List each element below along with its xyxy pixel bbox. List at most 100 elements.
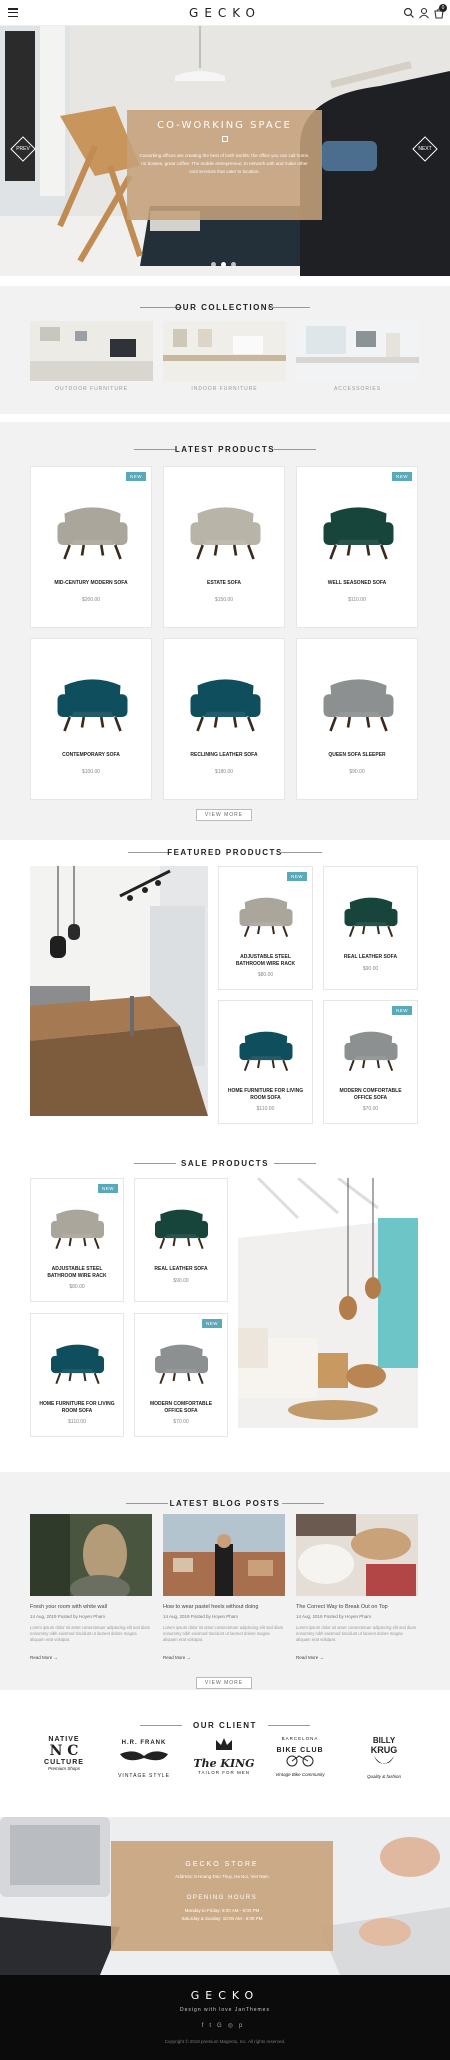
blog-read-more-link[interactable]: Read More → xyxy=(30,1655,58,1660)
product-card[interactable]: MODERN COMFORTABLE OFFICE SOFA $70.00 NE… xyxy=(323,1000,418,1124)
cart-count-badge: 0 xyxy=(439,4,447,12)
client-logo-the-king[interactable]: The KING TAILOR FOR MEN xyxy=(188,1736,260,1792)
new-badge: NEW xyxy=(392,1006,412,1015)
product-name[interactable]: HOME FURNITURE FOR LIVING ROOM SOFA xyxy=(219,1088,312,1101)
latest-view-more-button[interactable]: VIEW MORE xyxy=(196,809,252,821)
armchair-icon xyxy=(344,1031,398,1072)
collection-image-accessories[interactable] xyxy=(296,321,419,381)
product-name[interactable]: REAL LEATHER SOFA xyxy=(135,1266,227,1273)
product-card[interactable]: ADJUSTABLE STEEL BATHROOM WIRE RACK $80.… xyxy=(30,1178,124,1302)
client-logo-bike-club[interactable]: BARCELONA BIKE CLUB Vintage Bike Communi… xyxy=(264,1736,336,1792)
armchair-icon xyxy=(239,1031,293,1072)
product-name[interactable]: MID-CENTURY MODERN SOFA xyxy=(31,580,151,587)
sale-banner-image[interactable] xyxy=(238,1178,418,1428)
product-name[interactable]: CONTEMPORARY SOFA xyxy=(31,752,151,759)
product-card[interactable]: WELL SEASONED SOFA $110.00 NEW xyxy=(296,466,418,628)
armchair-icon xyxy=(57,507,128,560)
product-name[interactable]: ESTATE SOFA xyxy=(164,580,284,587)
featured-banner-image[interactable] xyxy=(30,866,208,1116)
blog-post-title[interactable]: The Correct Way to Break Out on Top xyxy=(296,1604,418,1610)
slider-dot[interactable] xyxy=(231,262,236,267)
client-logo-text: CULTURE xyxy=(44,1759,84,1766)
collection-image-outdoor[interactable] xyxy=(30,321,153,381)
product-name[interactable]: WELL SEASONED SOFA xyxy=(297,580,417,587)
product-card[interactable]: CONTEMPORARY SOFA $100.00 xyxy=(30,638,152,800)
blog-image[interactable] xyxy=(163,1514,285,1596)
product-card[interactable]: MODERN COMFORTABLE OFFICE SOFA $70.00 NE… xyxy=(134,1313,228,1437)
title-rule xyxy=(280,852,322,853)
product-price: $110.00 xyxy=(348,597,366,603)
client-logo-text: BIKE CLUB xyxy=(276,1747,324,1754)
twitter-icon[interactable]: t xyxy=(209,2023,217,2029)
collection-label[interactable]: INDOOR FURNITURE xyxy=(163,386,286,392)
clients-title: OUR CLIENT xyxy=(193,1721,257,1730)
blog-read-more-link[interactable]: Read More → xyxy=(296,1655,324,1660)
product-name[interactable]: REAL LEATHER SOFA xyxy=(324,954,417,961)
product-name[interactable]: MODERN COMFORTABLE OFFICE SOFA xyxy=(135,1401,227,1414)
armchair-icon xyxy=(323,679,394,732)
product-card[interactable]: ADJUSTABLE STEEL BATHROOM WIRE RACK $80.… xyxy=(218,866,313,990)
armchair-icon xyxy=(155,1209,208,1250)
product-card[interactable]: REAL LEATHER SOFA $90.00 xyxy=(134,1178,228,1302)
product-card[interactable]: HOME FURNITURE FOR LIVING ROOM SOFA $110… xyxy=(218,1000,313,1124)
google-plus-icon[interactable]: G xyxy=(217,2023,228,2029)
armchair-icon xyxy=(190,507,261,560)
product-card[interactable]: ESTATE SOFA $150.00 xyxy=(163,466,285,628)
client-logo-text: NATIVE xyxy=(48,1736,80,1743)
product-price: $90.00 xyxy=(349,769,365,775)
mustache-icon xyxy=(120,1751,168,1761)
product-name[interactable]: QUEEN SOFA SLEEPER xyxy=(297,752,417,759)
hero-caption: CO-WORKING SPACE Coworking offices are c… xyxy=(127,110,322,220)
title-rule xyxy=(268,1725,310,1726)
product-price: $80.00 xyxy=(257,972,274,978)
blog-post-title[interactable]: How to wear pastel heels without doing xyxy=(163,1604,285,1610)
featured-products-title: FEATURED PRODUCTS xyxy=(167,848,283,857)
product-card[interactable]: HOME FURNITURE FOR LIVING ROOM SOFA $110… xyxy=(30,1313,124,1437)
product-card[interactable]: QUEEN SOFA SLEEPER $90.00 xyxy=(296,638,418,800)
arrow-right-icon: → xyxy=(319,1655,325,1660)
instagram-icon[interactable]: ◎ xyxy=(228,2023,239,2029)
blog-view-more-button[interactable]: VIEW MORE xyxy=(196,1677,252,1689)
armchair-icon xyxy=(51,1209,104,1250)
pinterest-icon[interactable]: p xyxy=(239,2023,248,2029)
client-logo-hr-frank[interactable]: H.R. FRANK VINTAGE STYLE xyxy=(108,1736,180,1792)
product-price: $80.00 xyxy=(69,1284,85,1290)
slider-dot[interactable] xyxy=(211,262,216,267)
product-card[interactable]: MID-CENTURY MODERN SOFA $200.00 NEW xyxy=(30,466,152,628)
footer-copyright: Copyright © 2019 premium Magento, Inc. A… xyxy=(164,2039,286,2044)
blog-title: LATEST BLOG POSTS xyxy=(169,1499,281,1508)
blog-post-meta: 14 Aug, 2019 Posted by Hoyen Pham xyxy=(163,1614,239,1619)
blog-image[interactable] xyxy=(30,1514,152,1596)
site-logo[interactable]: GECKO xyxy=(0,6,450,20)
collection-label[interactable]: ACCESSORIES xyxy=(296,386,419,392)
product-card[interactable]: REAL LEATHER SOFA $90.00 xyxy=(323,866,418,990)
product-name[interactable]: HOME FURNITURE FOR LIVING ROOM SOFA xyxy=(31,1401,123,1414)
footer-logo[interactable]: GECKO xyxy=(0,1989,450,2002)
collection-image-indoor[interactable] xyxy=(163,321,286,381)
client-logo-native-culture[interactable]: NATIVE N C CULTURE Premium Shops xyxy=(28,1736,100,1792)
client-logo-text: The KING xyxy=(193,1757,255,1770)
blog-post-title[interactable]: Fresh your room with white wall xyxy=(30,1604,152,1610)
blog-read-more-link[interactable]: Read More → xyxy=(163,1655,191,1660)
collection-label[interactable]: OUTDOOR FURNITURE xyxy=(30,386,153,392)
store-title: GECKO STORE xyxy=(185,1861,259,1868)
armchair-icon xyxy=(344,897,398,938)
user-icon[interactable] xyxy=(418,7,430,19)
product-name[interactable]: MODERN COMFORTABLE OFFICE SOFA xyxy=(324,1088,417,1101)
product-price: $90.00 xyxy=(173,1278,189,1284)
new-badge: NEW xyxy=(392,472,412,481)
footer-tagline: Design with love JanThemes xyxy=(180,2007,270,2013)
product-name[interactable]: ADJUSTABLE STEEL BATHROOM WIRE RACK xyxy=(219,954,312,967)
product-card[interactable]: RECLINING LEATHER SOFA $180.00 xyxy=(163,638,285,800)
blog-post-excerpt: Lorem ipsum dolor sit amet consectetuer … xyxy=(163,1625,284,1642)
product-price: $150.00 xyxy=(214,597,234,603)
product-name[interactable]: ADJUSTABLE STEEL BATHROOM WIRE RACK xyxy=(31,1266,123,1279)
store-hours-weekday: Monday to Friday: 9:00 AM - 9:00 PM xyxy=(184,1908,260,1913)
client-logo-billy-krug[interactable]: BILLY KRUG Quality & fashion xyxy=(348,1736,420,1792)
slider-dot[interactable] xyxy=(221,262,226,267)
product-name[interactable]: RECLINING LEATHER SOFA xyxy=(164,752,284,759)
client-logo-text: TAILOR FOR MEN xyxy=(198,1770,250,1775)
search-icon[interactable] xyxy=(403,7,415,19)
blog-image[interactable] xyxy=(296,1514,418,1596)
title-rule xyxy=(268,307,310,308)
